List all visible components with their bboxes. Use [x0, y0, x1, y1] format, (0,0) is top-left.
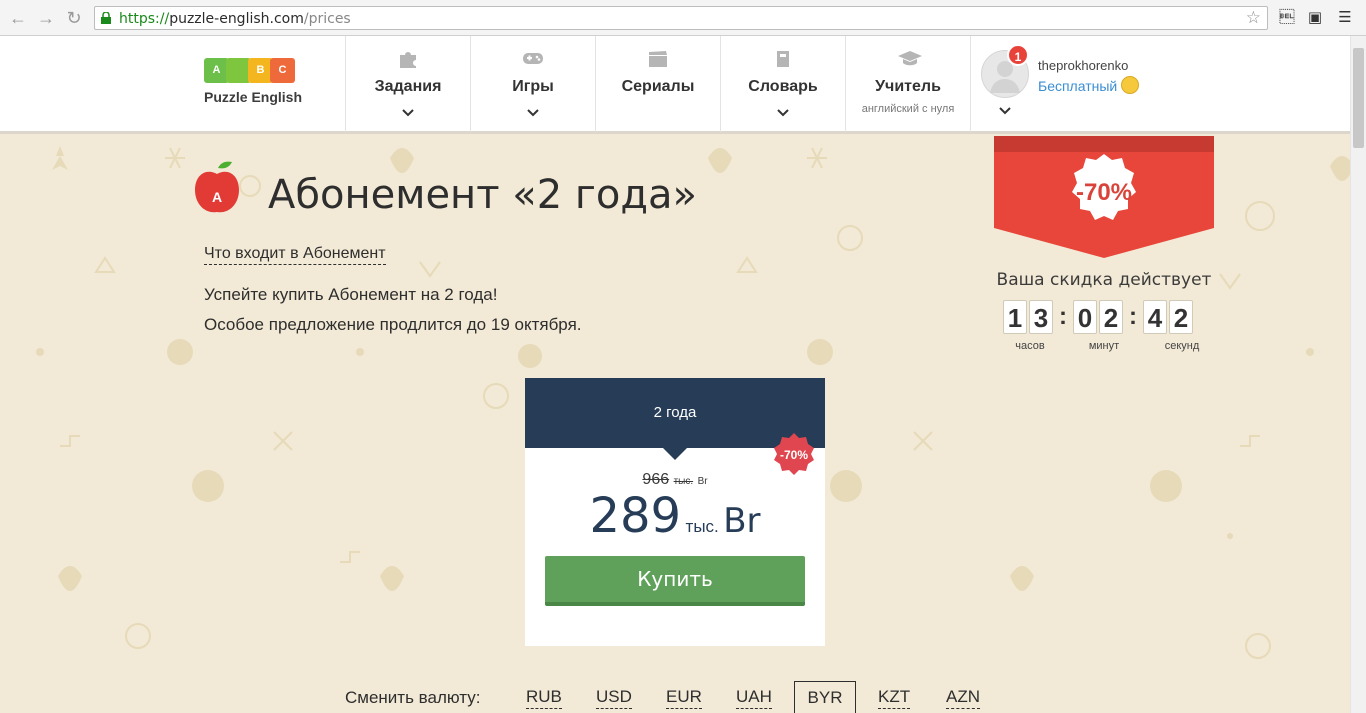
- forward-icon[interactable]: →: [36, 8, 56, 28]
- smiley-icon: [1121, 76, 1140, 95]
- username[interactable]: theprokhorenko: [1038, 58, 1128, 73]
- page-scrollbar[interactable]: [1350, 36, 1366, 713]
- page-title: Абонемент «2 года»: [268, 172, 697, 218]
- browser-toolbar: ← → ↻ https://puzzle-english.com/prices …: [0, 0, 1366, 36]
- menu-item-subtitle: английский с нуля: [861, 103, 955, 115]
- menu-item-label: Словарь: [748, 78, 818, 95]
- new-price-currency: Br: [723, 501, 761, 541]
- user-plan[interactable]: Бесплатный: [1038, 76, 1140, 96]
- timer-digit: 4: [1143, 300, 1167, 334]
- countdown-timer: 1 3 : 0 2 : 4 2: [1003, 300, 1195, 334]
- logo-letter: C: [270, 58, 295, 83]
- timer-digit: 2: [1099, 300, 1123, 334]
- menu-item-games[interactable]: Игры: [470, 36, 595, 132]
- menu-item-teacher[interactable]: Учитель английский с нуля: [845, 36, 970, 132]
- site-header: A B C Puzzle English Задания Игры Сериал…: [0, 36, 1350, 134]
- puzzle-logo-icon: A B C: [204, 58, 314, 83]
- logo-text: Puzzle English: [204, 89, 303, 105]
- menu-item-tasks[interactable]: Задания: [345, 36, 470, 132]
- old-price-value: 966: [642, 471, 670, 488]
- price-card: 2 года -70% 966 тыс. Br 289 тыс. Br Купи…: [525, 378, 825, 646]
- menu-icon[interactable]: ☰: [1334, 7, 1356, 29]
- card-notch: [663, 448, 687, 460]
- timer-separator: :: [1129, 303, 1137, 330]
- lock-icon: [101, 12, 111, 24]
- reload-icon[interactable]: ↻: [64, 8, 84, 28]
- menu-item-label: Задания: [374, 78, 442, 95]
- apple-a-icon: A: [194, 160, 240, 216]
- currency-option-uah[interactable]: UAH: [736, 686, 772, 709]
- new-price-unit: тыс.: [685, 517, 719, 536]
- currency-option-byr-selected[interactable]: BYR: [794, 681, 856, 713]
- url-text: https://puzzle-english.com/prices: [119, 11, 351, 27]
- old-price-unit: тыс.: [673, 476, 694, 487]
- menu-item-label: Учитель: [875, 78, 941, 95]
- what-included-link[interactable]: Что входит в Абонемент: [204, 244, 386, 265]
- chevron-down-icon: [527, 106, 539, 120]
- currency-option-eur[interactable]: EUR: [666, 686, 702, 709]
- buy-button[interactable]: Купить: [545, 556, 805, 606]
- discount-timer-label: Ваша скидка действует: [996, 270, 1212, 290]
- clapperboard-icon: [647, 50, 669, 68]
- currency-option-usd[interactable]: USD: [596, 686, 632, 709]
- chevron-down-icon: [402, 106, 414, 120]
- menu-item-label: Сериалы: [621, 78, 695, 95]
- svg-text:A: A: [212, 189, 222, 205]
- offer-deadline-text: Особое предложение продлится до 19 октяб…: [204, 315, 582, 334]
- old-price-currency: Br: [697, 476, 708, 487]
- book-icon: [772, 50, 794, 68]
- chevron-down-icon[interactable]: [999, 104, 1011, 118]
- timer-digit: 3: [1029, 300, 1053, 334]
- graduation-cap-icon: [897, 50, 922, 68]
- menu-item-dictionary[interactable]: Словарь: [720, 36, 845, 132]
- currency-option-rub[interactable]: RUB: [526, 686, 562, 709]
- bookmark-star-icon[interactable]: ☆: [1246, 8, 1261, 28]
- old-price: 966 тыс. Br: [525, 471, 825, 489]
- extension-icon[interactable]: : [1276, 7, 1298, 29]
- gamepad-icon: [522, 50, 544, 68]
- timer-hours-label: часов: [1015, 340, 1045, 352]
- user-plan-label: Бесплатный: [1038, 78, 1118, 94]
- new-price: 289 тыс. Br: [525, 488, 825, 544]
- currency-label: Сменить валюту:: [345, 688, 481, 707]
- timer-digit: 0: [1073, 300, 1097, 334]
- offer-text: Успейте купить Абонемент на 2 года!: [204, 285, 498, 304]
- currency-option-azn[interactable]: AZN: [946, 686, 980, 709]
- currency-option-kzt[interactable]: KZT: [878, 686, 911, 709]
- timer-digit: 2: [1169, 300, 1193, 334]
- menu-item-series[interactable]: Сериалы: [595, 36, 720, 132]
- timer-digit: 1: [1003, 300, 1027, 334]
- notification-badge[interactable]: 1: [1007, 44, 1029, 66]
- new-price-value: 289: [589, 488, 682, 544]
- extension-icon[interactable]: ▣: [1304, 7, 1326, 29]
- user-menu[interactable]: 1 theprokhorenko Бесплатный: [970, 36, 1150, 132]
- timer-minutes-label: минут: [1088, 340, 1120, 352]
- main-menu: Задания Игры Сериалы Словарь Учитель анг…: [345, 36, 1150, 132]
- timer-separator: :: [1059, 303, 1067, 330]
- chevron-down-icon: [777, 106, 789, 120]
- scrollbar-thumb[interactable]: [1353, 48, 1364, 148]
- back-icon[interactable]: ←: [8, 8, 28, 28]
- discount-value: -70%: [1075, 179, 1133, 206]
- puzzle-icon: [397, 50, 419, 68]
- timer-seconds-label: секунд: [1164, 340, 1200, 352]
- address-bar[interactable]: https://puzzle-english.com/prices ☆: [94, 6, 1268, 30]
- logo[interactable]: A B C Puzzle English: [204, 58, 314, 105]
- menu-item-label: Игры: [512, 78, 554, 95]
